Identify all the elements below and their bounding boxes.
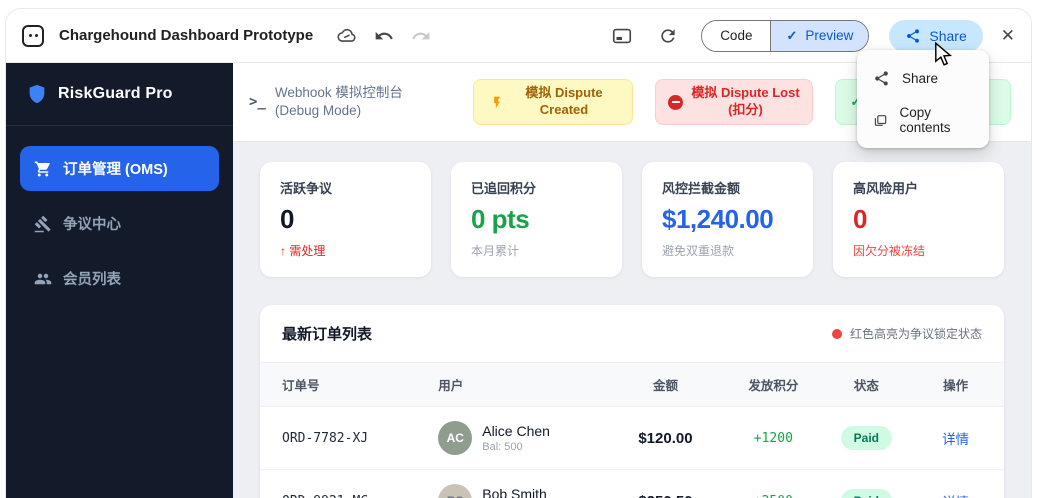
stat-value: 0	[853, 204, 867, 234]
stat-subtext: ↑ 需处理	[280, 244, 326, 258]
cart-icon	[34, 161, 50, 176]
order-amount: $250.50	[609, 469, 722, 498]
avatar: AC	[438, 421, 473, 455]
share-icon	[875, 70, 888, 86]
stat-subtext: 本月累计	[471, 244, 520, 258]
sidebar: RiskGuard Pro 订单管理 (OMS) 争议中心 会员列表	[6, 63, 233, 498]
sidebar-item-label: 争议中心	[63, 217, 121, 233]
stat-subtext: 避免双重退款	[662, 244, 735, 258]
column-header: 金额	[609, 362, 722, 407]
code-tab[interactable]: Code	[702, 20, 772, 51]
details-link[interactable]: 详情	[942, 495, 969, 498]
stat-value: $1,240.00	[662, 204, 774, 234]
table-header-row: 订单号 用户 金额 发放积分 状态 操作	[260, 362, 1004, 407]
red-dot-icon	[831, 328, 842, 339]
sidebar-item-label: 会员列表	[63, 272, 121, 288]
bolt-icon	[494, 96, 500, 108]
webhook-label-text: Webhook 模拟控制台 (Debug Mode)	[274, 84, 403, 118]
sidebar-item-label: 订单管理 (OMS)	[63, 162, 168, 178]
stat-subtext: 因欠分被冻结	[853, 244, 926, 258]
users-icon	[34, 273, 52, 284]
order-points: +1200	[721, 406, 826, 470]
button-label: 模拟 Dispute Lost (扣分)	[691, 85, 800, 117]
status-badge: Paid	[840, 426, 892, 450]
avatar: BS	[438, 484, 473, 498]
menu-item-copy-contents[interactable]: Copy contents	[857, 99, 989, 141]
check-icon: ✓	[786, 27, 798, 43]
stat-title: 活跃争议	[280, 181, 333, 196]
undo-icon[interactable]	[373, 25, 395, 47]
copy-icon	[874, 114, 887, 126]
sidebar-item-disputes[interactable]: 争议中心	[20, 201, 219, 246]
order-id: ORD-7782-XJ	[260, 406, 417, 470]
stats-cards: 活跃争议 0 ↑ 需处理 已追回积分 0 pts 本月累计 风控拦截金额 $1,…	[260, 162, 1004, 277]
user-name: Alice Chen	[482, 423, 550, 439]
close-icon[interactable]: ✕	[1001, 26, 1015, 46]
gavel-icon	[34, 215, 51, 232]
refresh-icon[interactable]	[657, 25, 679, 47]
window-title: Chargehound Dashboard Prototype	[59, 27, 314, 44]
sidebar-item-orders[interactable]: 订单管理 (OMS)	[20, 146, 219, 191]
stat-card-recovered-points: 已追回积分 0 pts 本月累计	[451, 162, 622, 277]
table-row: ORD-7782-XJ AC Alice Chen Bal: 500 $120.…	[260, 406, 1004, 470]
shield-icon	[29, 84, 45, 104]
terminal-prompt-icon: >_	[249, 93, 266, 110]
minus-circle-icon	[668, 94, 683, 110]
orders-panel: 最新订单列表 红色高亮为争议锁定状态 订单号 用户 金额 发放积分 状态 操作 …	[260, 305, 1004, 498]
column-header: 发放积分	[721, 362, 826, 407]
menu-item-label: Copy contents	[899, 105, 951, 135]
column-header: 操作	[907, 362, 1004, 407]
button-label: 模拟 Dispute Created	[525, 85, 603, 117]
user-balance: Bal: 500	[482, 441, 523, 453]
stat-value: 0	[280, 204, 294, 234]
webhook-label: >_ Webhook 模拟控制台 (Debug Mode)	[249, 84, 441, 120]
details-link[interactable]: 详情	[942, 432, 969, 447]
order-points: +2500	[721, 469, 826, 498]
share-dropdown-menu: Share Copy contents	[857, 50, 989, 148]
preview-tab[interactable]: ✓ Preview	[771, 20, 869, 51]
stat-title: 已追回积分	[471, 181, 537, 196]
stat-value: 0 pts	[471, 204, 530, 234]
column-header: 用户	[416, 362, 610, 407]
stat-card-high-risk-users: 高风险用户 0 因欠分被冻结	[833, 162, 1004, 277]
cloud-saved-icon	[336, 25, 358, 47]
user-name: Bob Smith	[482, 486, 547, 498]
sidebar-item-members[interactable]: 会员列表	[20, 256, 219, 301]
stat-title: 风控拦截金额	[662, 181, 741, 196]
stat-card-active-disputes: 活跃争议 0 ↑ 需处理	[260, 162, 431, 277]
brand: RiskGuard Pro	[6, 63, 233, 126]
status-badge: Paid	[840, 489, 892, 498]
stat-title: 高风险用户	[853, 181, 919, 196]
share-button[interactable]: Share	[889, 19, 983, 52]
simulate-dispute-created-button[interactable]: 模拟 Dispute Created	[473, 79, 633, 125]
simulate-dispute-lost-button[interactable]: 模拟 Dispute Lost (扣分)	[655, 79, 813, 125]
stat-card-blocked-amount: 风控拦截金额 $1,240.00 避免双重退款	[642, 162, 813, 277]
order-id: ORD-9921-MC	[260, 469, 417, 498]
legend-text: 红色高亮为争议锁定状态	[849, 327, 982, 341]
redo-icon	[410, 25, 432, 47]
orders-table: 订单号 用户 金额 发放积分 状态 操作 ORD-7782-XJ AC Alic…	[260, 362, 1004, 498]
share-button-label: Share	[929, 27, 967, 44]
brand-name: RiskGuard Pro	[58, 85, 173, 102]
menu-item-share[interactable]: Share	[857, 57, 989, 99]
order-amount: $120.00	[609, 406, 722, 470]
table-row: ORD-9921-MC BS Bob Smith Bal: 5000	[260, 469, 1004, 498]
console-icon[interactable]	[611, 25, 633, 47]
code-tab-label: Code	[720, 28, 753, 43]
column-header: 状态	[825, 362, 908, 407]
orders-legend: 红色高亮为争议锁定状态	[831, 325, 982, 342]
orders-panel-title: 最新订单列表	[282, 326, 373, 343]
code-preview-toggle: Code ✓ Preview	[701, 19, 870, 52]
artifact-icon	[22, 24, 44, 47]
column-header: 订单号	[260, 362, 417, 407]
share-icon	[907, 28, 920, 43]
preview-tab-label: Preview	[805, 28, 854, 43]
menu-item-label: Share	[902, 70, 939, 86]
